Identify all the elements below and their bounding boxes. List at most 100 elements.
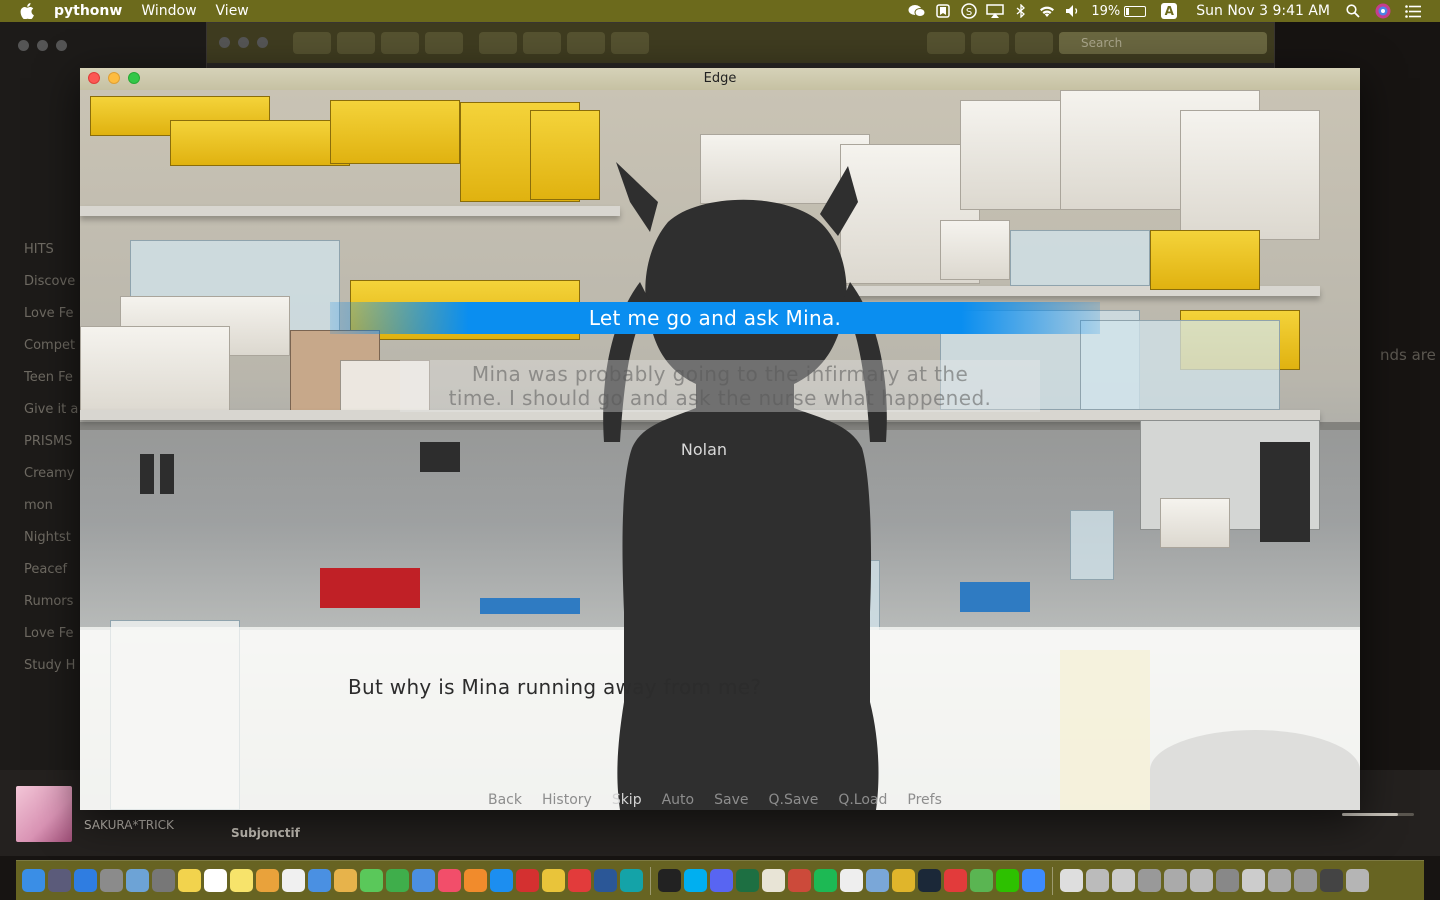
sidebar-item[interactable]: Love Fe xyxy=(24,298,78,330)
wechat-icon[interactable] xyxy=(996,869,1019,892)
apple-menu-icon[interactable] xyxy=(20,3,38,19)
menu-app-name[interactable]: pythonw xyxy=(54,3,122,19)
calendar-icon[interactable] xyxy=(204,869,227,892)
finder-icon[interactable] xyxy=(22,869,45,892)
quick-menu-back[interactable]: Back xyxy=(488,792,522,808)
window-icon-5[interactable] xyxy=(1190,869,1213,892)
sidebar-item[interactable]: Love Fe xyxy=(24,618,78,650)
menu-window[interactable]: Window xyxy=(141,3,196,19)
trash-icon[interactable] xyxy=(1346,869,1369,892)
music-icon[interactable] xyxy=(438,869,461,892)
stickies-icon[interactable] xyxy=(230,869,253,892)
numbers-icon[interactable] xyxy=(386,869,409,892)
skype-icon[interactable] xyxy=(684,869,707,892)
sidebar-item[interactable]: Peacef xyxy=(24,554,78,586)
system-preferences-icon[interactable] xyxy=(152,869,175,892)
volume-slider[interactable] xyxy=(1342,813,1414,816)
downloads-icon[interactable] xyxy=(1022,869,1045,892)
sidebar-item[interactable]: Give it a xyxy=(24,394,78,426)
spotify-icon[interactable] xyxy=(814,869,837,892)
wechat-status-icon[interactable] xyxy=(908,3,926,19)
grid-view-icon[interactable] xyxy=(337,32,375,54)
arduino-icon[interactable] xyxy=(620,869,643,892)
mail-icon[interactable] xyxy=(308,869,331,892)
airplay-status-icon[interactable] xyxy=(986,3,1005,19)
mahjong-icon[interactable] xyxy=(788,869,811,892)
siri-icon[interactable] xyxy=(1374,3,1392,19)
checklist-icon[interactable] xyxy=(567,32,605,54)
choice-button[interactable]: Let me go and ask Mina. xyxy=(330,302,1100,334)
quick-menu-prefs[interactable]: Prefs xyxy=(907,792,941,808)
song-name[interactable]: SAKURA*TRICK xyxy=(84,818,174,832)
input-source-icon[interactable]: A xyxy=(1160,3,1178,19)
window-icon-2[interactable] xyxy=(1112,869,1135,892)
quick-menu-auto[interactable]: Auto xyxy=(662,792,695,808)
volume-status-icon[interactable] xyxy=(1064,3,1082,19)
notification-center-icon[interactable] xyxy=(1404,3,1422,19)
sidebar-toggle-icon[interactable] xyxy=(293,32,331,54)
sidebar-item[interactable]: Discove xyxy=(24,266,78,298)
share-icon[interactable] xyxy=(1015,32,1053,54)
quick-menu-save[interactable]: Save xyxy=(714,792,748,808)
quick-menu-history[interactable]: History xyxy=(542,792,592,808)
chrome-icon[interactable] xyxy=(542,869,565,892)
autocad-icon[interactable] xyxy=(516,869,539,892)
textedit-icon[interactable] xyxy=(282,869,305,892)
sidebar-item[interactable]: mon xyxy=(24,490,78,522)
sketchbook-icon[interactable] xyxy=(334,869,357,892)
kakao-icon[interactable] xyxy=(970,869,993,892)
window-icon-8[interactable] xyxy=(1268,869,1291,892)
documents-icon[interactable] xyxy=(1060,869,1083,892)
netease-music-icon[interactable] xyxy=(568,869,591,892)
wifi-status-icon[interactable] xyxy=(1038,3,1056,19)
window-icon-6[interactable] xyxy=(1216,869,1239,892)
format-icon[interactable] xyxy=(611,32,649,54)
window-icon-7[interactable] xyxy=(1242,869,1265,892)
typora-icon[interactable] xyxy=(840,869,863,892)
window-icon-4[interactable] xyxy=(1164,869,1187,892)
sidebar-item[interactable]: Creamy xyxy=(24,458,78,490)
collaborate-icon[interactable] xyxy=(971,32,1009,54)
quick-menu-qload[interactable]: Q.Load xyxy=(838,792,887,808)
media-icon[interactable] xyxy=(927,32,965,54)
battery-icon[interactable] xyxy=(1124,5,1147,17)
trophy-icon[interactable] xyxy=(892,869,915,892)
game-titlebar[interactable]: Edge xyxy=(80,68,1360,90)
app-store-icon[interactable] xyxy=(490,869,513,892)
table-icon[interactable] xyxy=(523,32,561,54)
excel-icon[interactable] xyxy=(736,869,759,892)
trash-toolbar-icon[interactable] xyxy=(381,32,419,54)
menu-view[interactable]: View xyxy=(216,3,249,19)
maximize-button[interactable] xyxy=(128,72,140,84)
skype-status-icon[interactable]: S xyxy=(960,3,978,19)
album-art[interactable] xyxy=(16,786,72,842)
close-button[interactable] xyxy=(88,72,100,84)
discord-icon[interactable] xyxy=(710,869,733,892)
photos-icon[interactable] xyxy=(256,869,279,892)
word-icon[interactable] xyxy=(594,869,617,892)
steam-icon[interactable] xyxy=(918,869,941,892)
bookmark-status-icon[interactable] xyxy=(934,3,952,19)
terminal-icon[interactable] xyxy=(658,869,681,892)
window-icon-10[interactable] xyxy=(1320,869,1343,892)
window-icon-1[interactable] xyxy=(1086,869,1109,892)
keynote-icon[interactable] xyxy=(412,869,435,892)
spotlight-search-icon[interactable] xyxy=(1344,3,1362,19)
launchpad-icon[interactable] xyxy=(48,869,71,892)
messages-icon[interactable] xyxy=(360,869,383,892)
window-icon-3[interactable] xyxy=(1138,869,1161,892)
background-search-input[interactable]: Search xyxy=(1059,32,1267,54)
sidebar-item[interactable]: Teen Fe xyxy=(24,362,78,394)
lock-icon[interactable] xyxy=(479,32,517,54)
screen-sharing-icon[interactable] xyxy=(866,869,889,892)
sidebar-item[interactable]: PRISMS xyxy=(24,426,78,458)
scrivener-icon[interactable] xyxy=(762,869,785,892)
minimize-button[interactable] xyxy=(108,72,120,84)
sidebar-item[interactable]: Nightst xyxy=(24,522,78,554)
preview-icon[interactable] xyxy=(126,869,149,892)
quick-menu-qsave[interactable]: Q.Save xyxy=(768,792,818,808)
window-icon-9[interactable] xyxy=(1294,869,1317,892)
flashcards-icon[interactable] xyxy=(944,869,967,892)
bluetooth-status-icon[interactable] xyxy=(1012,3,1030,19)
safari-icon[interactable] xyxy=(74,869,97,892)
